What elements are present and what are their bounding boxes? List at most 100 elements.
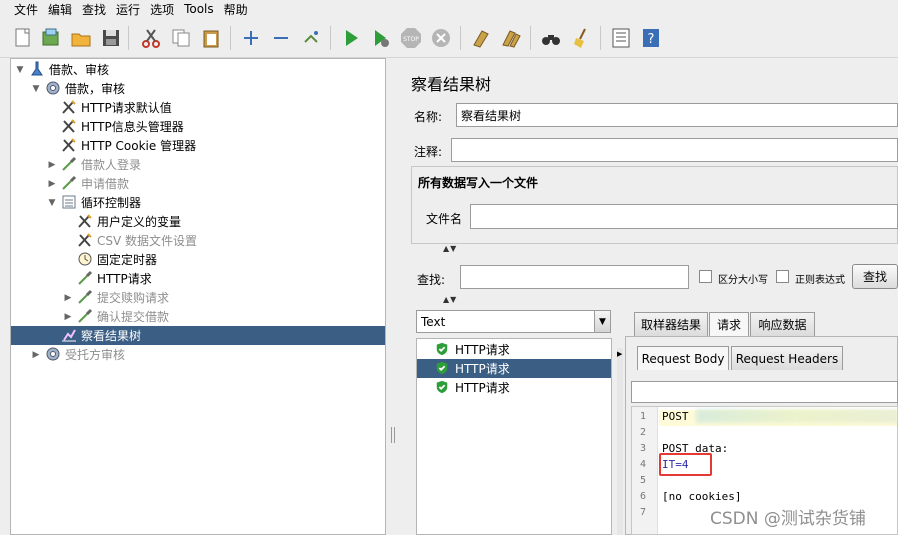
tree-node[interactable]: 固定定时器	[11, 250, 385, 269]
open-icon[interactable]	[70, 27, 92, 49]
menu-item-4[interactable]: 选项	[150, 1, 174, 18]
result-item[interactable]: HTTP请求	[417, 378, 611, 397]
config-wrench-icon	[77, 232, 93, 248]
line-number: 2	[640, 427, 647, 438]
test-plan-tree[interactable]: ▼ 借款、审核 ▼ 借款，审核 HTTP请求默认值 HTTP信息头管理器 HTTP Cook…	[10, 58, 386, 535]
tree-node-label: 察看结果树	[81, 329, 142, 343]
clear-all-icon[interactable]	[500, 27, 522, 49]
cut-icon[interactable]	[140, 27, 162, 49]
config-wrench-icon	[61, 99, 77, 115]
request-url-field[interactable]	[631, 381, 898, 403]
line-number: 3	[640, 443, 647, 454]
tree-expand-toggle[interactable]: ▶	[63, 312, 73, 322]
tree-expand-toggle[interactable]: ▶	[63, 293, 73, 303]
tree-node-label: 用户定义的变量	[97, 215, 182, 229]
tree-node-label: 借款人登录	[81, 158, 142, 172]
tab-2[interactable]: 响应数据	[750, 312, 815, 336]
tree-node[interactable]: ▼ 借款，审核	[11, 79, 385, 98]
sampler-pipette-icon	[61, 175, 77, 191]
tree-node-label: 借款、审核	[49, 63, 110, 77]
collapse-icon[interactable]	[270, 27, 292, 49]
subtab-1[interactable]: Request Headers	[731, 346, 843, 370]
tree-node[interactable]: CSV 数据文件设置	[11, 231, 385, 250]
name-label: 名称:	[414, 110, 443, 124]
new-icon[interactable]	[12, 27, 34, 49]
shutdown-icon[interactable]	[430, 27, 452, 49]
thread-group-icon	[45, 80, 61, 96]
help-icon[interactable]: ?	[640, 27, 662, 49]
result-item-label: HTTP请求	[455, 362, 510, 376]
comment-field[interactable]	[451, 138, 898, 162]
toggle-icon[interactable]	[300, 27, 322, 49]
tree-collapse-toggle[interactable]: ▼	[47, 198, 57, 208]
tree-node[interactable]: ▶ 提交赎购请求	[11, 288, 385, 307]
tree-node[interactable]: ▶ 确认提交借款	[11, 307, 385, 326]
view-results-tree-panel: 察看结果树 名称: 察看结果树 注释: 所有数据写入一个文件 文件名 ▲▼ 查找…	[403, 58, 898, 535]
tree-node[interactable]: 察看结果树	[11, 326, 385, 345]
results-list[interactable]: HTTP请求 HTTP请求 HTTP请求	[416, 338, 612, 535]
tree-expand-toggle[interactable]: ▶	[47, 179, 57, 189]
search-button[interactable]: 查找	[852, 264, 898, 289]
search-binoculars-icon[interactable]	[540, 27, 562, 49]
copy-icon[interactable]	[170, 27, 192, 49]
start-no-pause-icon[interactable]	[370, 27, 392, 49]
tree-node[interactable]: HTTP Cookie 管理器	[11, 136, 385, 155]
tree-node[interactable]: ▶ 申请借款	[11, 174, 385, 193]
search-input[interactable]	[460, 265, 689, 289]
file-group-title: 所有数据写入一个文件	[418, 176, 539, 190]
subtab-0[interactable]: Request Body	[637, 346, 729, 370]
tree-collapse-toggle[interactable]: ▼	[15, 65, 25, 75]
stop-icon[interactable]: STOP	[400, 27, 422, 49]
divider-grip[interactable]	[391, 427, 395, 443]
start-icon[interactable]	[340, 27, 362, 49]
name-field[interactable]: 察看结果树	[456, 103, 898, 127]
collapse-arrows-lower[interactable]: ▲▼	[443, 295, 457, 304]
tab-0[interactable]: 取样器结果	[634, 312, 708, 336]
tree-node[interactable]: ▶ 借款人登录	[11, 155, 385, 174]
menu-item-2[interactable]: 查找	[82, 1, 106, 18]
menu-item-5[interactable]: Tools	[184, 2, 214, 16]
results-splitter[interactable]: ▶	[617, 348, 623, 535]
tree-node[interactable]: HTTP信息头管理器	[11, 117, 385, 136]
tree-expand-toggle[interactable]: ▶	[47, 160, 57, 170]
expand-icon[interactable]	[240, 27, 262, 49]
menu-item-1[interactable]: 编辑	[48, 1, 72, 18]
regex-checkbox[interactable]	[776, 270, 789, 283]
templates-icon[interactable]	[40, 27, 62, 49]
tab-1[interactable]: 请求	[709, 312, 749, 336]
tree-node[interactable]: ▶ 受托方审核	[11, 345, 385, 364]
filename-field[interactable]	[470, 204, 898, 229]
reset-search-broom-icon[interactable]	[570, 27, 592, 49]
sampler-pipette-icon	[77, 289, 93, 305]
tree-expand-toggle[interactable]: ▶	[31, 350, 41, 360]
split-pane-divider[interactable]	[388, 58, 398, 535]
save-icon[interactable]	[100, 27, 122, 49]
filename-label: 文件名	[426, 212, 463, 226]
menu-item-3[interactable]: 运行	[116, 1, 140, 18]
result-item[interactable]: HTTP请求	[417, 340, 611, 359]
result-item[interactable]: HTTP请求	[417, 359, 611, 378]
highlight-annotation	[659, 453, 712, 476]
tree-node[interactable]: 用户定义的变量	[11, 212, 385, 231]
thread-group-icon	[45, 346, 61, 362]
collapse-arrows[interactable]: ▲▼	[443, 244, 457, 253]
tree-node-label: 循环控制器	[81, 196, 142, 210]
menu-item-0[interactable]: 文件	[14, 1, 38, 18]
line-number: 1	[640, 411, 647, 422]
write-to-file-group: 所有数据写入一个文件 文件名	[411, 166, 898, 244]
paste-icon[interactable]	[200, 27, 222, 49]
tree-node[interactable]: HTTP请求	[11, 269, 385, 288]
tree-node[interactable]: ▼ 循环控制器	[11, 193, 385, 212]
tree-node[interactable]: ▼ 借款、审核	[11, 60, 385, 79]
clear-icon[interactable]	[470, 27, 492, 49]
renderer-select[interactable]: Text ▼	[416, 310, 611, 333]
code-line: POST	[662, 410, 696, 423]
case-sensitive-checkbox[interactable]	[699, 270, 712, 283]
function-helper-icon[interactable]	[610, 27, 632, 49]
renderer-select-value: Text	[421, 314, 446, 329]
tree-node[interactable]: HTTP请求默认值	[11, 98, 385, 117]
chevron-down-icon[interactable]: ▼	[594, 311, 610, 332]
tree-node-label: 借款，审核	[65, 82, 126, 96]
tree-collapse-toggle[interactable]: ▼	[31, 84, 41, 94]
menu-item-6[interactable]: 帮助	[224, 1, 248, 18]
